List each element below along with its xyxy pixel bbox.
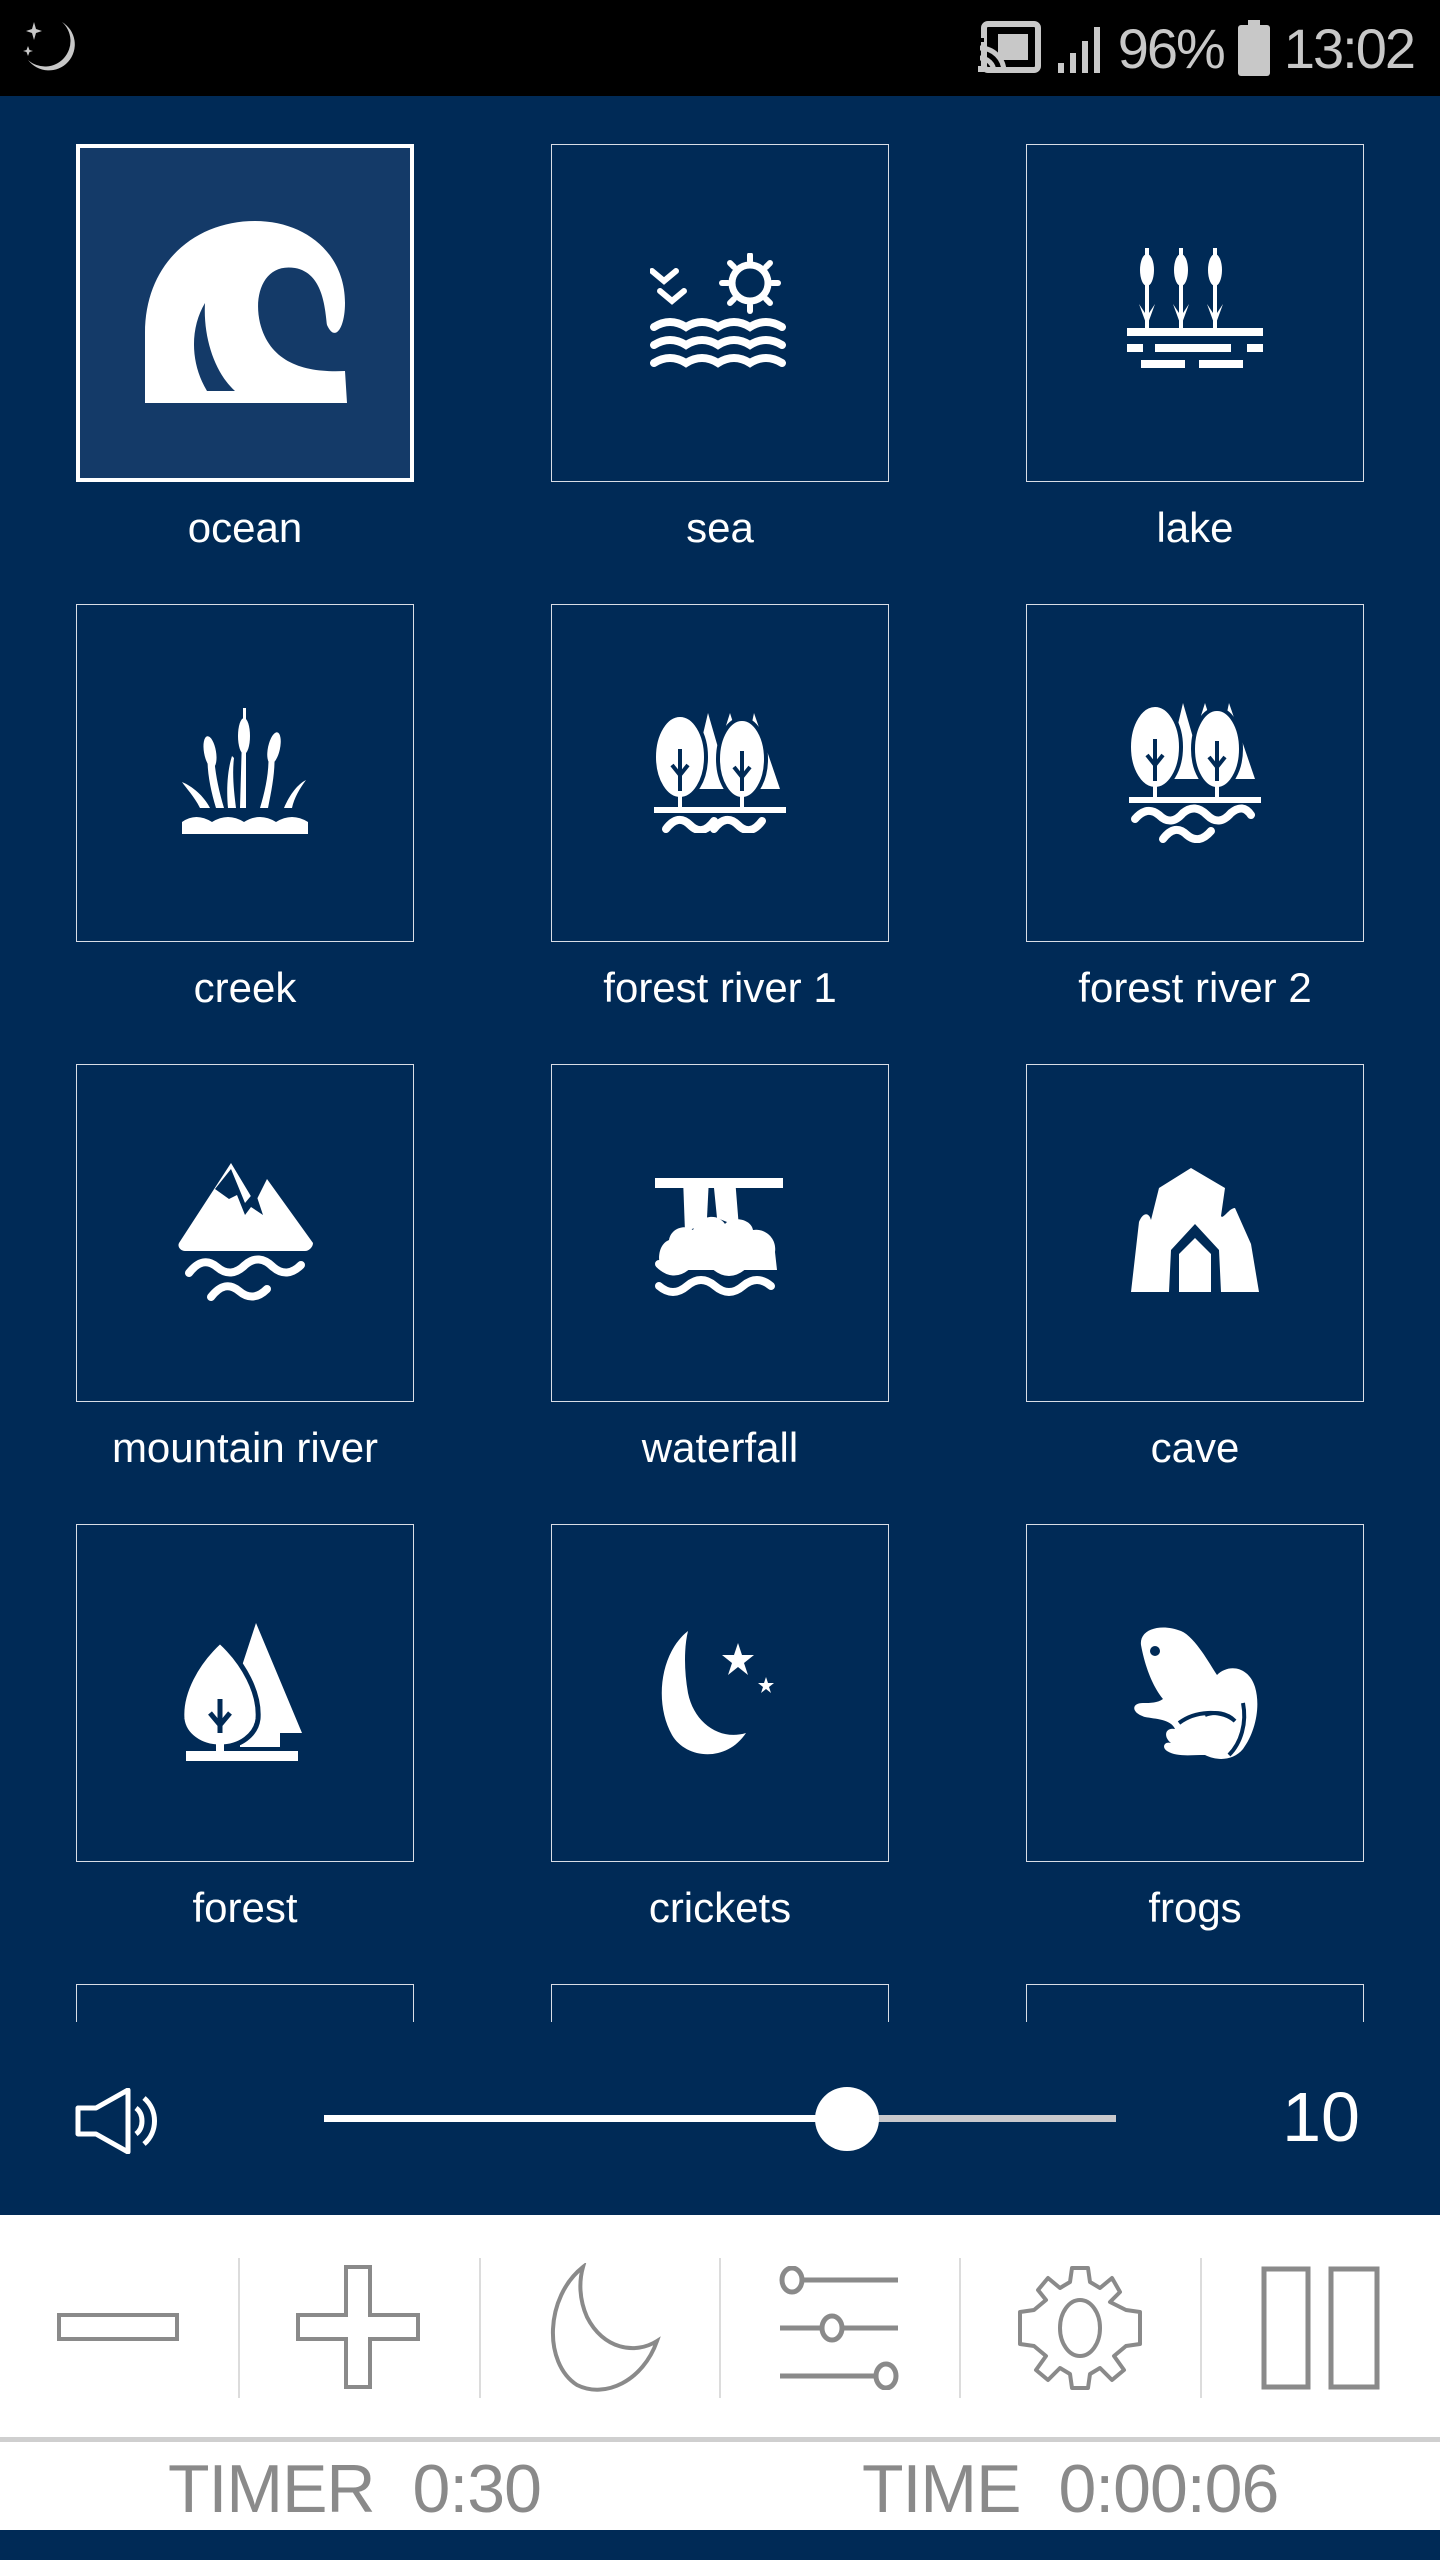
sound-tile-cave[interactable]: cave	[1026, 1064, 1364, 1476]
sound-tile-mountain-river[interactable]: mountain river	[76, 1064, 414, 1476]
sound-label: forest river 2	[1078, 964, 1312, 1011]
waterfall-icon	[655, 1178, 783, 1296]
tile-box[interactable]	[76, 1984, 414, 2022]
sound-grid[interactable]: ocean sea lake creek forest river 1 fore…	[0, 96, 1440, 2022]
tile-box[interactable]	[76, 144, 414, 482]
slider-thumb[interactable]	[814, 2087, 879, 2151]
control-toolbar	[0, 2215, 1440, 2440]
mixer-button[interactable]	[721, 2257, 962, 2398]
sound-label: waterfall	[641, 1424, 799, 1471]
sound-label: crickets	[648, 1884, 792, 1931]
sound-label: cave	[1150, 1424, 1240, 1471]
trees-double-river-icon	[1127, 703, 1261, 843]
cave-icon	[1131, 1168, 1259, 1292]
clock: 13:02	[1283, 16, 1416, 80]
frog-icon	[1134, 1627, 1258, 1759]
volume-value: 10	[1282, 2078, 1360, 2156]
signal-strength-icon	[1056, 23, 1104, 73]
wave-icon	[145, 221, 347, 403]
mountain-river-icon	[178, 1163, 313, 1301]
sound-tile-forest[interactable]: forest	[76, 1524, 414, 1936]
tile-box[interactable]	[1026, 1064, 1364, 1402]
crescent-moon-icon	[550, 2262, 661, 2392]
tile-box[interactable]	[551, 1524, 889, 1862]
tile-box[interactable]	[551, 1984, 889, 2022]
moon-stars-icon	[661, 1631, 774, 1755]
sound-label: frogs	[1148, 1884, 1242, 1931]
sound-label: sea	[686, 504, 754, 551]
sound-tile-partial[interactable]	[76, 1984, 414, 2022]
pause-icon	[1261, 2266, 1380, 2389]
night-mode-moon-icon	[20, 16, 80, 76]
tile-box[interactable]	[76, 1064, 414, 1402]
sound-label: forest	[192, 1884, 298, 1931]
sound-tile-partial[interactable]	[1026, 1984, 1364, 2022]
time-value: 0:00:06	[1058, 2451, 1279, 2527]
trees-river-icon	[652, 713, 786, 833]
sound-tile-frogs[interactable]: frogs	[1026, 1524, 1364, 1936]
increase-button[interactable]	[240, 2257, 481, 2398]
timer-bar: TIMER 0:30 TIME 0:00:06	[0, 2442, 1440, 2530]
sound-tile-forest-river-1[interactable]: forest river 1	[551, 604, 889, 1016]
forest-icon	[180, 1623, 302, 1761]
sound-tile-creek[interactable]: creek	[76, 604, 414, 1016]
bottom-band	[0, 2530, 1440, 2560]
sound-label: forest river 1	[603, 964, 837, 1011]
tile-box[interactable]	[1026, 604, 1364, 942]
tile-box[interactable]	[1026, 144, 1364, 482]
sleep-button[interactable]	[481, 2257, 721, 2398]
sound-label: creek	[193, 964, 297, 1011]
sound-tile-waterfall[interactable]: waterfall	[551, 1064, 889, 1476]
tile-box[interactable]	[551, 604, 889, 942]
sound-tile-sea[interactable]: sea	[551, 144, 889, 556]
sound-tile-ocean[interactable]: ocean	[76, 144, 414, 556]
tile-box[interactable]	[551, 1064, 889, 1402]
timer-label: TIMER	[168, 2451, 376, 2527]
sound-tile-crickets[interactable]: crickets	[551, 1524, 889, 1936]
sea-birds-sun-icon	[650, 253, 786, 368]
screen-cast-icon	[977, 20, 1042, 76]
tile-box[interactable]	[76, 1524, 414, 1862]
tile-box[interactable]	[1026, 1984, 1364, 2022]
volume-slider[interactable]	[324, 2087, 1116, 2151]
sound-label: lake	[1156, 504, 1234, 551]
timer-value: 0:30	[412, 2451, 542, 2527]
battery-icon	[1237, 20, 1270, 76]
battery-percent: 96%	[1117, 16, 1226, 80]
pause-button[interactable]	[1202, 2258, 1440, 2398]
sound-label: ocean	[187, 504, 303, 551]
decrease-button[interactable]	[0, 2257, 241, 2398]
sound-tile-partial[interactable]	[551, 1984, 889, 2022]
sleep-timer[interactable]: TIMER 0:30	[168, 2450, 542, 2528]
cattails-lake-icon	[1127, 248, 1263, 368]
speaker-icon[interactable]	[74, 2087, 166, 2159]
slider-fill	[324, 2115, 847, 2122]
reeds-creek-icon	[182, 708, 308, 834]
plus-icon	[296, 2264, 421, 2389]
tile-box[interactable]	[76, 604, 414, 942]
status-bar: 96% 13:02	[0, 0, 1440, 96]
sound-tile-forest-river-2[interactable]: forest river 2	[1026, 604, 1364, 1016]
time-label: TIME	[862, 2451, 1021, 2527]
elapsed-time: TIME 0:00:06	[862, 2450, 1279, 2528]
gear-icon	[1018, 2265, 1143, 2390]
minus-icon	[57, 2312, 180, 2341]
sound-tile-lake[interactable]: lake	[1026, 144, 1364, 556]
sliders-icon	[779, 2265, 899, 2390]
sound-label: mountain river	[111, 1424, 379, 1471]
tile-box[interactable]	[1026, 1524, 1364, 1862]
volume-bar: 10	[0, 2022, 1440, 2215]
settings-button[interactable]	[961, 2257, 1202, 2398]
tile-box[interactable]	[551, 144, 889, 482]
